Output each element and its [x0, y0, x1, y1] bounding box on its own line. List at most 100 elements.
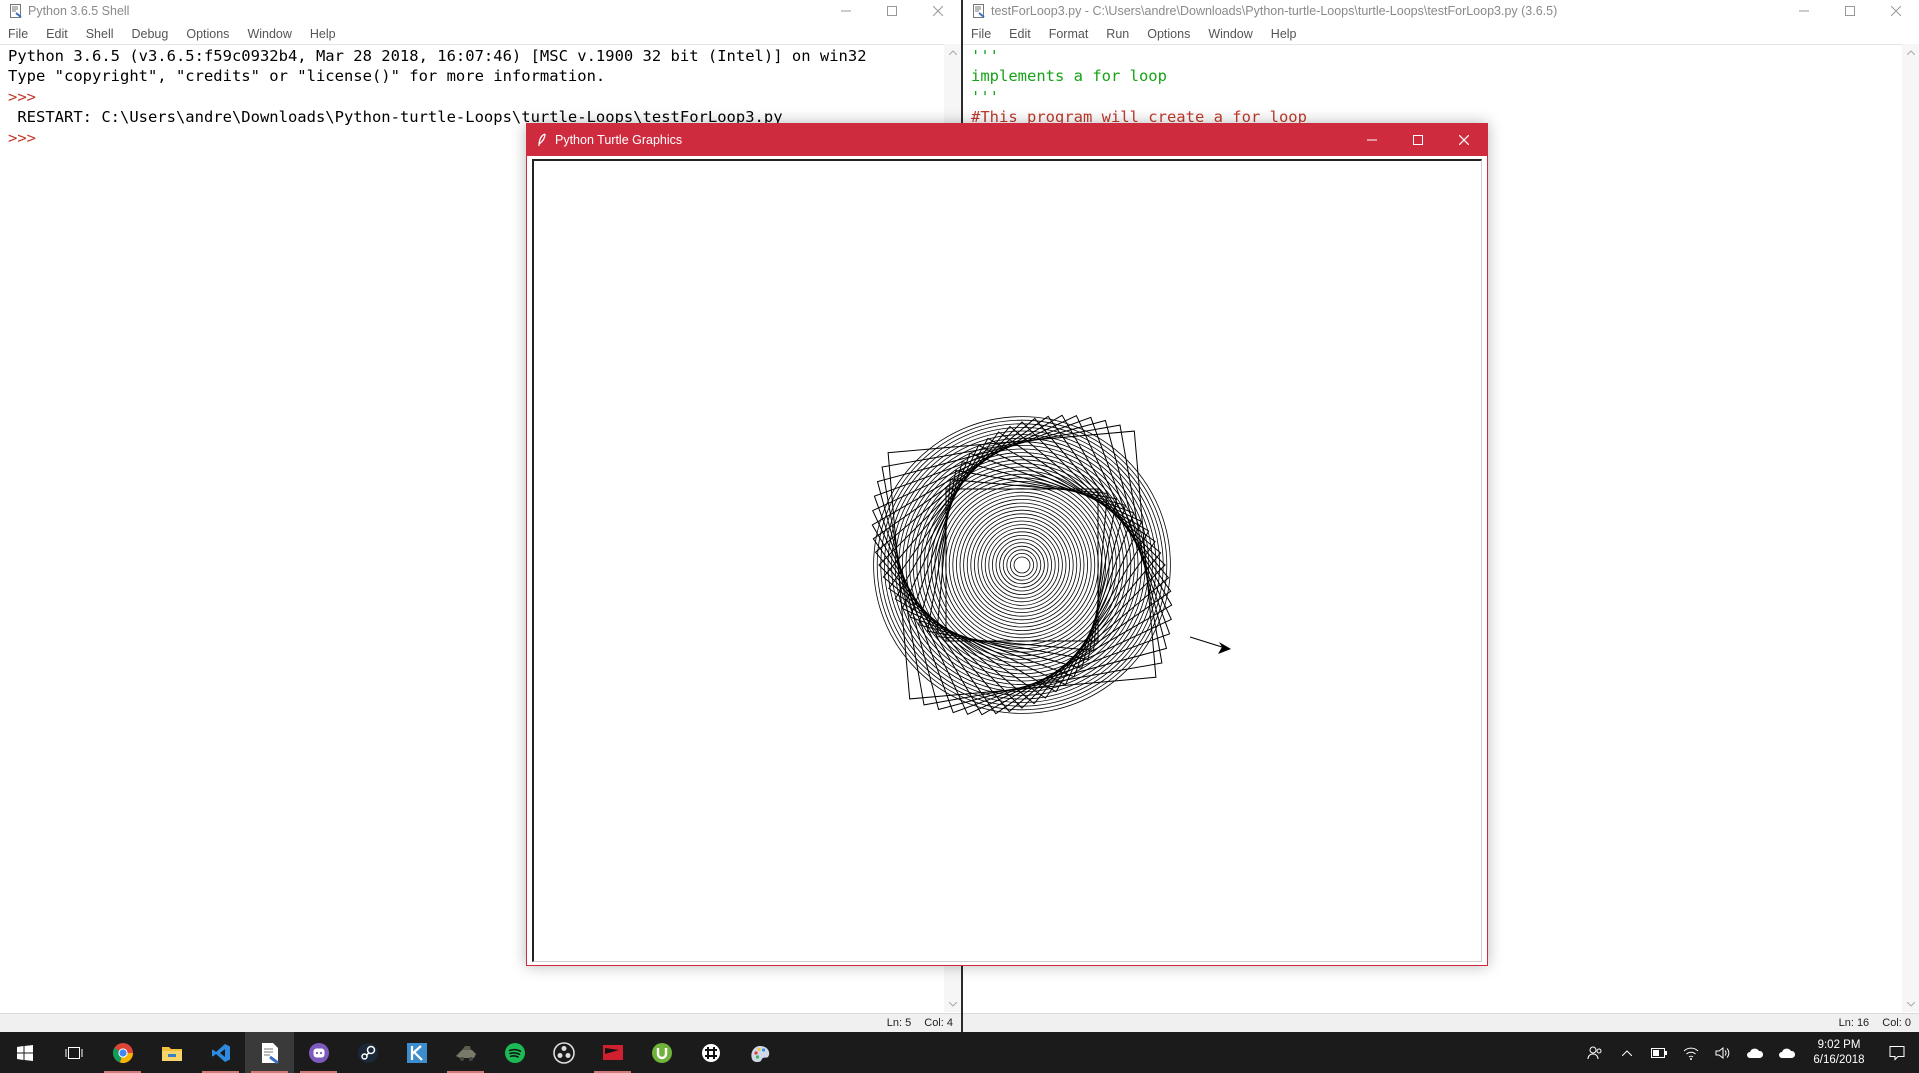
steam-icon: [357, 1042, 378, 1063]
tray-network[interactable]: [1675, 1032, 1707, 1073]
scroll-up-icon[interactable]: [1902, 44, 1919, 60]
editor-statusbar: Ln: 16 Col: 0: [963, 1013, 1919, 1032]
taskbar-steam[interactable]: [343, 1032, 392, 1073]
tray-volume[interactable]: [1707, 1032, 1739, 1073]
utorrent-icon: [651, 1042, 672, 1063]
scroll-down-icon[interactable]: [1902, 996, 1919, 1012]
line-number: Ln: 16: [1838, 1017, 1870, 1029]
taskbar-game[interactable]: [441, 1032, 490, 1073]
turtle-ring: [963, 506, 1081, 624]
taskbar-chrome[interactable]: [98, 1032, 147, 1073]
code-line: ''': [971, 87, 999, 106]
tray-onedrive-business[interactable]: [1771, 1032, 1803, 1073]
menu-help[interactable]: Help: [301, 24, 345, 44]
action-center-button[interactable]: [1875, 1032, 1919, 1073]
menu-run[interactable]: Run: [1097, 24, 1138, 44]
taskbar-krita[interactable]: [392, 1032, 441, 1073]
editor-titlebar[interactable]: testForLoop3.py - C:\Users\andre\Downloa…: [963, 0, 1919, 22]
turtle-titlebar[interactable]: Python Turtle Graphics: [527, 124, 1487, 156]
editor-window-title: testForLoop3.py - C:\Users\andre\Downloa…: [991, 4, 1558, 18]
people-icon: [1587, 1046, 1602, 1059]
turtle-square: [894, 437, 1150, 693]
turtle-ring: [1002, 545, 1042, 585]
cloud-icon: [1747, 1048, 1764, 1058]
maximize-icon[interactable]: [869, 0, 915, 22]
turtle-graphics-window[interactable]: Python Turtle Graphics: [526, 123, 1488, 966]
turtle-square: [876, 419, 1168, 711]
turtle-ring: [959, 502, 1085, 628]
taskbar-app-flag[interactable]: [588, 1032, 637, 1073]
editor-menubar: File Edit Format Run Options Window Help: [963, 24, 1919, 45]
turtle-ring: [891, 434, 1153, 696]
taskbar-vscode[interactable]: [196, 1032, 245, 1073]
menu-window[interactable]: Window: [1199, 24, 1261, 44]
idle-app-icon: [973, 4, 985, 18]
menu-file[interactable]: File: [0, 24, 37, 44]
close-icon[interactable]: [1873, 0, 1919, 22]
taskbar-file-explorer[interactable]: [147, 1032, 196, 1073]
taskbar-utorrent[interactable]: [637, 1032, 686, 1073]
editor-code[interactable]: ''' implements a for loop ''' #This prog…: [971, 46, 1901, 128]
taskbar-clock[interactable]: 9:02 PM 6/16/2018: [1803, 1038, 1875, 1068]
taskbar-slack[interactable]: [686, 1032, 735, 1073]
tray-overflow[interactable]: [1611, 1032, 1643, 1073]
turtle-square: [926, 469, 1118, 661]
windows-icon: [16, 1044, 33, 1061]
turtle-ring: [919, 462, 1124, 667]
menu-options[interactable]: Options: [177, 24, 238, 44]
menu-format[interactable]: Format: [1040, 24, 1098, 44]
turtle-cursor-icon: [1218, 642, 1231, 654]
shell-statusbar: Ln: 5 Col: 4: [0, 1013, 961, 1032]
editor-scrollbar[interactable]: [1902, 44, 1919, 1012]
menu-file[interactable]: File: [963, 24, 1000, 44]
shell-menubar: File Edit Shell Debug Options Window Hel…: [0, 24, 961, 45]
menu-shell[interactable]: Shell: [77, 24, 123, 44]
turtle-ring: [966, 509, 1078, 621]
turtle-ring: [988, 531, 1056, 599]
scroll-down-icon[interactable]: [944, 996, 961, 1012]
taskbar-idle[interactable]: [245, 1032, 294, 1073]
shell-banner-line: Type "copyright", "credits" or "license(…: [8, 67, 606, 86]
taskbar-spotify[interactable]: [490, 1032, 539, 1073]
turtle-window-title: Python Turtle Graphics: [555, 133, 683, 147]
task-view-button[interactable]: [49, 1032, 98, 1073]
minimize-icon[interactable]: [823, 0, 869, 22]
shell-titlebar[interactable]: Python 3.6.5 Shell: [0, 0, 961, 22]
menu-edit[interactable]: Edit: [1000, 24, 1040, 44]
close-icon[interactable]: [1441, 124, 1487, 156]
taskbar-obs[interactable]: [539, 1032, 588, 1073]
turtle-canvas[interactable]: [532, 159, 1482, 962]
turtle-ring: [991, 534, 1052, 595]
minimize-icon[interactable]: [1349, 124, 1395, 156]
scroll-up-icon[interactable]: [944, 44, 961, 60]
menu-window[interactable]: Window: [238, 24, 300, 44]
menu-options[interactable]: Options: [1138, 24, 1199, 44]
chrome-icon: [112, 1042, 133, 1063]
minimize-icon[interactable]: [1781, 0, 1827, 22]
turtle-drawing: [871, 414, 1231, 716]
turtle-ring: [995, 538, 1049, 592]
spotify-icon: [504, 1042, 525, 1063]
menu-edit[interactable]: Edit: [37, 24, 77, 44]
line-number: Ln: 5: [886, 1017, 912, 1029]
tray-battery[interactable]: [1643, 1032, 1675, 1073]
feather-icon: [537, 133, 549, 147]
menu-debug[interactable]: Debug: [123, 24, 178, 44]
start-button[interactable]: [0, 1032, 49, 1073]
tray-people[interactable]: [1579, 1032, 1611, 1073]
tray-onedrive-personal[interactable]: [1739, 1032, 1771, 1073]
shell-banner-line: Python 3.6.5 (v3.6.5:f59c0932b4, Mar 28 …: [8, 47, 867, 65]
turtle-ring: [945, 488, 1099, 642]
slack-icon: [701, 1043, 720, 1062]
idle-icon: [261, 1042, 279, 1064]
close-icon[interactable]: [915, 0, 961, 22]
column-number: Col: 4: [924, 1017, 953, 1029]
maximize-icon[interactable]: [1395, 124, 1441, 156]
maximize-icon[interactable]: [1827, 0, 1873, 22]
taskbar-discord[interactable]: [294, 1032, 343, 1073]
paint-icon: [750, 1045, 769, 1062]
column-number: Col: 0: [1882, 1017, 1911, 1029]
taskbar-paint[interactable]: [735, 1032, 784, 1073]
app-flag-icon: [602, 1044, 623, 1060]
menu-help[interactable]: Help: [1262, 24, 1306, 44]
